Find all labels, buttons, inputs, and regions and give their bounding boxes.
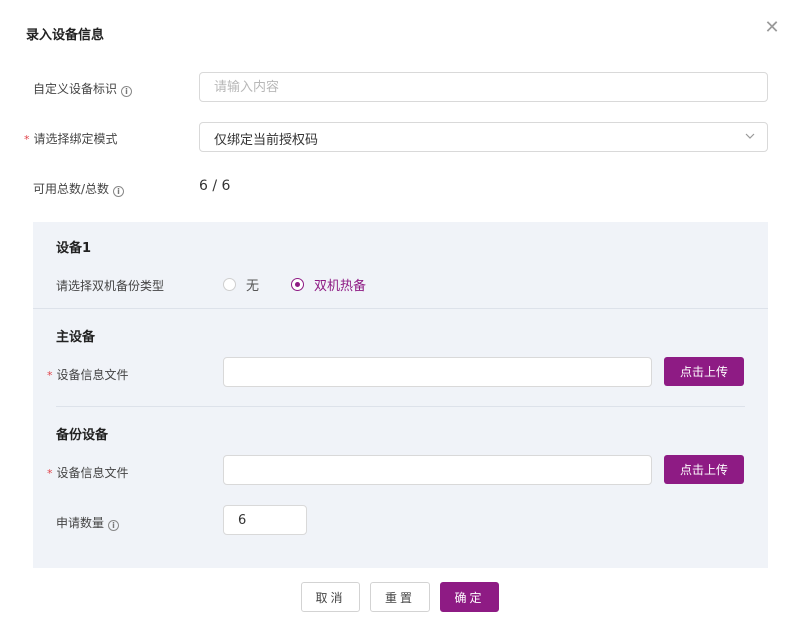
- backup-type-label: 请选择双机备份类型: [56, 279, 165, 293]
- radio-hot-standby[interactable]: 双机热备: [291, 275, 366, 294]
- radio-label: 无: [246, 279, 260, 294]
- primary-device-title: 主设备: [56, 330, 96, 345]
- custom-id-input[interactable]: [199, 72, 768, 102]
- chevron-down-icon: [745, 133, 755, 139]
- radio-circle: [291, 278, 304, 291]
- count-value: 6 / 6: [199, 178, 231, 194]
- custom-id-label-row: 自定义设备标识 i: [33, 80, 133, 97]
- bind-mode-label: 请选择绑定模式: [33, 132, 118, 146]
- divider: [56, 406, 745, 407]
- cancel-button[interactable]: 取消: [301, 582, 360, 612]
- info-icon[interactable]: i: [113, 186, 125, 197]
- quantity-label: 申请数量: [56, 516, 105, 530]
- radio-circle: [223, 278, 236, 291]
- primary-upload-button[interactable]: 点击上传: [664, 357, 744, 386]
- primary-file-label: 设备信息文件: [56, 368, 129, 382]
- required-mark: *: [47, 467, 53, 480]
- custom-id-label: 自定义设备标识: [33, 82, 118, 96]
- backup-file-input[interactable]: [223, 455, 652, 485]
- reset-button[interactable]: 重置: [370, 582, 430, 612]
- device-title: 设备1: [56, 241, 92, 256]
- close-icon[interactable]: ✕: [762, 18, 782, 38]
- device-info-dialog: 录入设备信息 ✕ 自定义设备标识i *请选择绑定模式 仅绑定当前授权码 可用总数…: [0, 0, 797, 635]
- backup-upload-button[interactable]: 点击上传: [664, 455, 744, 484]
- quantity-input[interactable]: [223, 505, 307, 535]
- primary-file-label-row: * 设备信息文件: [47, 366, 129, 383]
- info-icon[interactable]: i: [108, 520, 120, 531]
- required-mark: *: [47, 369, 53, 382]
- radio-none[interactable]: 无: [223, 275, 259, 294]
- radio-label: 双机热备: [314, 279, 367, 294]
- divider: [33, 308, 768, 309]
- backup-file-label-row: * 设备信息文件: [47, 464, 129, 481]
- count-label-row: 可用总数/总数 i: [33, 180, 125, 197]
- primary-file-input[interactable]: [223, 357, 652, 387]
- required-mark: *: [24, 133, 30, 146]
- bind-mode-select[interactable]: 仅绑定当前授权码: [199, 122, 768, 152]
- bind-mode-value: 仅绑定当前授权码: [214, 133, 319, 148]
- info-icon[interactable]: i: [121, 86, 133, 97]
- device-panel: 设备1 请选择双机备份类型 无 双机热备 主设备 * 设备信息文件 点击上传 备份…: [33, 222, 768, 568]
- backup-file-label: 设备信息文件: [56, 466, 129, 480]
- dialog-title: 录入设备信息: [26, 28, 105, 43]
- backup-device-title: 备份设备: [56, 428, 109, 443]
- confirm-button[interactable]: 确定: [440, 582, 499, 612]
- count-label: 可用总数/总数: [33, 182, 110, 196]
- bind-mode-label-row: * 请选择绑定模式: [24, 130, 118, 147]
- quantity-label-row: 申请数量 i: [56, 514, 120, 531]
